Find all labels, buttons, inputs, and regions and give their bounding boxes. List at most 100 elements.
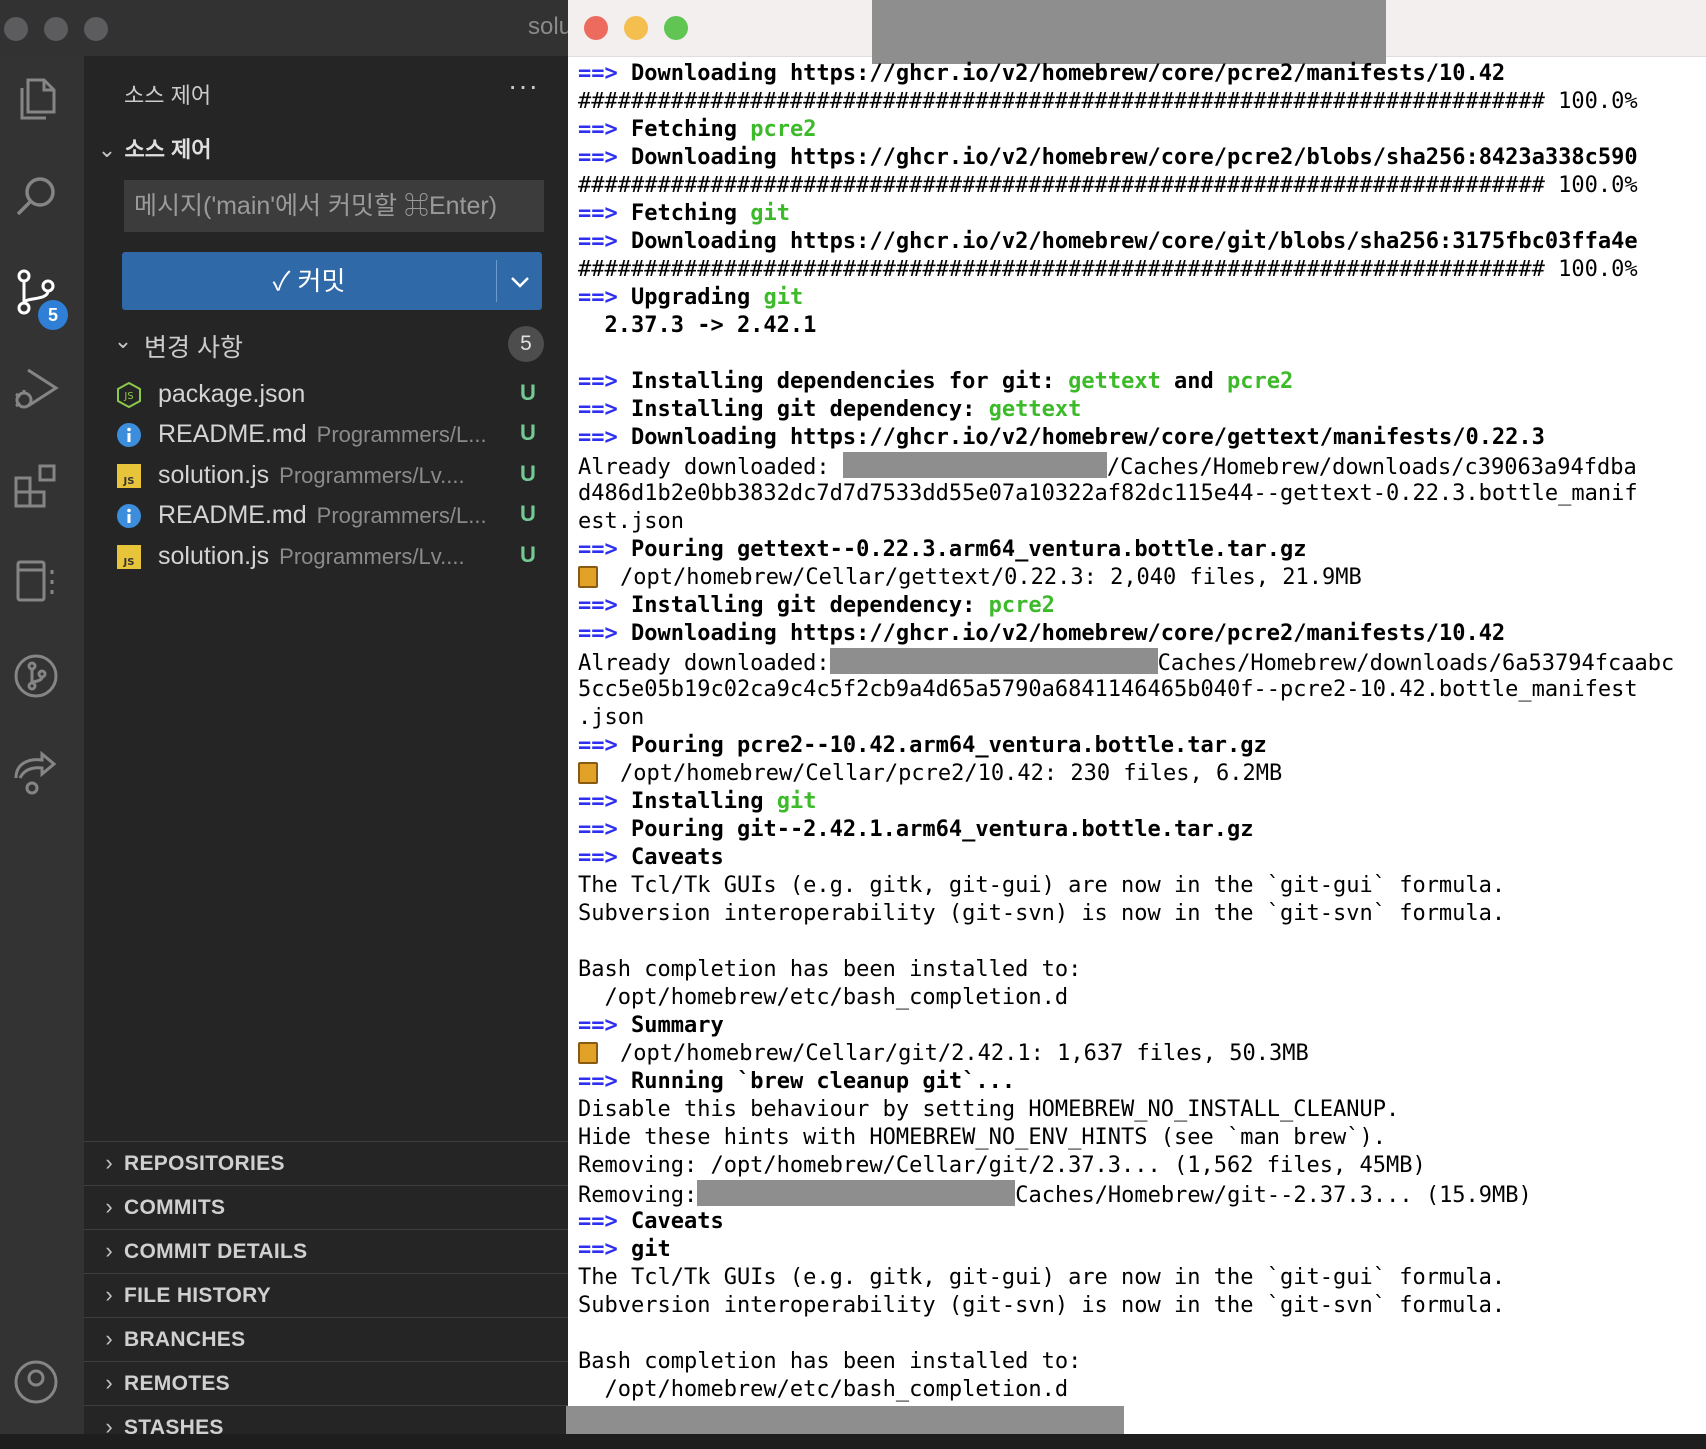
info-icon xyxy=(117,423,141,447)
redacted-region xyxy=(566,1406,1124,1434)
changed-file-row[interactable]: JS solution.js Programmers/Lv.... U xyxy=(116,536,546,576)
arrow-marker: ==> xyxy=(578,537,618,562)
terminal-text: Already downloaded: xyxy=(578,651,830,676)
terminal-line: ########################################… xyxy=(578,88,1702,116)
arrow-marker: ==> xyxy=(578,201,618,226)
terminal-line: Subversion interoperability (git-svn) is… xyxy=(578,900,1702,928)
terminal-line: /opt/homebrew/Cellar/git/2.42.1: 1,637 f… xyxy=(578,1040,1702,1068)
terminal-line: d486d1b2e0bb3832dc7d7d7533dd55e07a10322a… xyxy=(578,480,1702,508)
panel-commits[interactable]: › COMMITS xyxy=(84,1185,568,1229)
terminal-text: d486d1b2e0bb3832dc7d7d7533dd55e07a10322a… xyxy=(578,481,1638,506)
close-window-button[interactable] xyxy=(4,17,28,41)
terminal-text: Fetching xyxy=(631,201,751,226)
terminal-text: est.json xyxy=(578,509,684,534)
changed-file-row[interactable]: README.md Programmers/L... U xyxy=(116,414,546,454)
terminal-text: Subversion interoperability (git-svn) is… xyxy=(578,1293,1506,1318)
terminal-line: Already downloaded: Caches/Homebrew/downl… xyxy=(578,648,1702,676)
panel-remotes[interactable]: › REMOTES xyxy=(84,1361,568,1405)
zoom-window-button[interactable] xyxy=(84,17,108,41)
terminal-text: Caches/Homebrew/git--2.37.3... (15.9MB) xyxy=(1015,1183,1532,1208)
terminal-text: Bash completion has been installed to: xyxy=(578,1349,1082,1374)
terminal-text: git xyxy=(631,1237,671,1262)
terminal-line: ==> Downloading https://ghcr.io/v2/homeb… xyxy=(578,620,1702,648)
terminal-text: .json xyxy=(578,705,645,730)
arrow-marker: ==> xyxy=(578,621,618,646)
info-icon xyxy=(117,504,141,528)
terminal-line: Removing: /opt/homebrew/Cellar/git/2.37.… xyxy=(578,1152,1702,1180)
live-share-activity[interactable] xyxy=(0,736,84,820)
terminal-output[interactable]: ==> Downloading https://ghcr.io/v2/homeb… xyxy=(578,60,1702,1434)
search-activity[interactable] xyxy=(0,160,84,244)
terminal-text: Downloading https://ghcr.io/v2/homebrew/… xyxy=(631,61,1506,86)
file-name-text: solution.js xyxy=(158,542,270,570)
svg-text:JS: JS xyxy=(123,557,135,568)
terminal-text: /opt/homebrew/Cellar/gettext/0.22.3: 2,0… xyxy=(620,565,1362,590)
terminal-highlight: git xyxy=(776,789,817,814)
terminal-line: .json xyxy=(578,704,1702,732)
explorer-activity[interactable] xyxy=(0,64,84,148)
redacted-title xyxy=(872,0,1386,64)
changed-file-row[interactable]: JS package.json U xyxy=(116,374,546,414)
more-actions-button[interactable]: ··· xyxy=(508,70,539,102)
panel-repositories[interactable]: › REPOSITORIES xyxy=(84,1141,568,1185)
extensions-activity[interactable] xyxy=(0,448,84,532)
terminal-text: Bash completion has been installed to: xyxy=(578,957,1082,982)
remote-explorer-activity[interactable] xyxy=(0,544,84,628)
terminal-highlight: pcre2 xyxy=(1227,369,1294,394)
run-debug-activity[interactable] xyxy=(0,352,84,436)
close-window-button[interactable] xyxy=(584,16,608,40)
minimize-window-button[interactable] xyxy=(44,17,68,41)
terminal-text: Disable this behaviour by setting HOMEBR… xyxy=(578,1097,1400,1122)
changes-group-header[interactable]: ⌄ 변경 사항 5 xyxy=(110,324,546,364)
arrow-marker: ==> xyxy=(578,733,618,758)
git-graph-activity[interactable] xyxy=(0,640,84,724)
source-control-section-header[interactable]: ⌄ 소스 제어 xyxy=(94,132,212,168)
commit-message-input[interactable] xyxy=(124,180,544,232)
terminal-line: Disable this behaviour by setting HOMEBR… xyxy=(578,1096,1702,1124)
chevron-right-icon: › xyxy=(105,1150,113,1175)
zoom-window-button[interactable] xyxy=(664,16,688,40)
js-icon: JS xyxy=(117,545,141,569)
terminal-line: The Tcl/Tk GUIs (e.g. gitk, git-gui) are… xyxy=(578,872,1702,900)
nodejs-icon: JS xyxy=(117,382,141,408)
files-icon xyxy=(20,78,56,120)
minimize-window-button[interactable] xyxy=(624,16,648,40)
commit-button[interactable]: ✓ 커밋 xyxy=(122,252,496,310)
arrow-marker: ==> xyxy=(578,229,618,254)
terminal-highlight: git xyxy=(763,285,804,310)
panel-branches[interactable]: › BRANCHES xyxy=(84,1317,568,1361)
changed-file-row[interactable]: README.md Programmers/L... U xyxy=(116,495,546,535)
chevron-right-icon: › xyxy=(105,1370,113,1395)
terminal-text: ########################################… xyxy=(578,173,1638,198)
terminal-line: Removing: Caches/Homebrew/git--2.37.3... … xyxy=(578,1180,1702,1208)
panel-commit-details[interactable]: › COMMIT DETAILS xyxy=(84,1229,568,1273)
terminal-text: Fetching xyxy=(631,117,751,142)
terminal-line: 5cc5e05b19c02ca9c4c5f2cb9a4d65a5790a6841… xyxy=(578,676,1702,704)
source-control-activity[interactable]: 5 xyxy=(0,256,84,340)
terminal-line: ==> git xyxy=(578,1236,1702,1264)
arrow-marker: ==> xyxy=(578,1237,618,1262)
svg-text:JS: JS xyxy=(123,391,133,402)
panel-stashes[interactable]: › STASHES xyxy=(84,1405,568,1449)
beer-mug-icon xyxy=(578,1042,598,1064)
terminal-line: ==> Running `brew cleanup git`... xyxy=(578,1068,1702,1096)
panel-file-history[interactable]: › FILE HISTORY xyxy=(84,1273,568,1317)
commit-dropdown-button[interactable] xyxy=(498,252,542,310)
beer-mug-icon xyxy=(578,566,598,588)
accounts-activity[interactable] xyxy=(0,1346,84,1430)
changed-file-row[interactable]: JS solution.js Programmers/Lv.... U xyxy=(116,455,546,495)
terminal-text: Downloading https://ghcr.io/v2/homebrew/… xyxy=(631,425,1545,450)
arrow-marker: ==> xyxy=(578,117,618,142)
terminal-text: ########################################… xyxy=(578,89,1638,114)
file-path: Programmers/L... xyxy=(316,503,487,528)
terminal-text: Installing xyxy=(631,789,777,814)
panel-label: COMMIT DETAILS xyxy=(124,1240,308,1263)
